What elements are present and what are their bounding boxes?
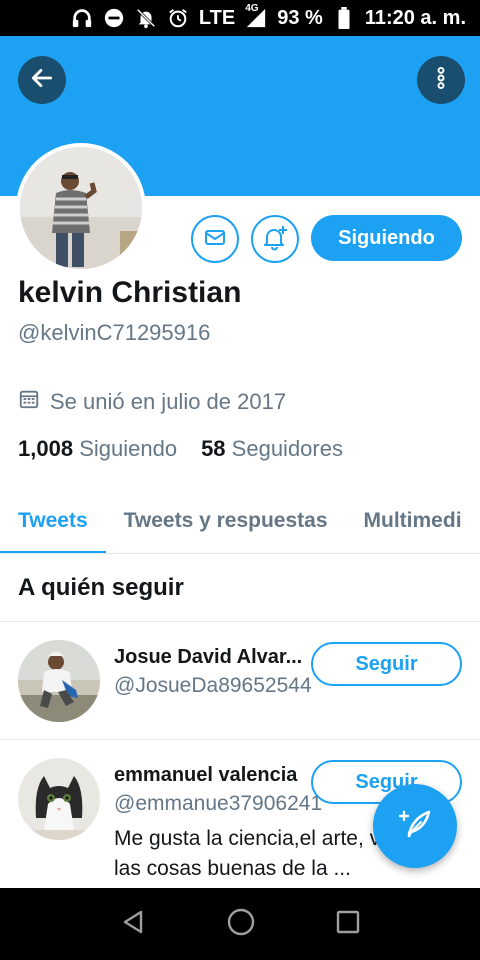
notifications-button[interactable]	[251, 215, 299, 263]
tab-tweets-replies[interactable]: Tweets y respuestas	[106, 488, 346, 553]
notifications-off-icon	[135, 7, 157, 29]
profile-handle: @kelvinC71295916	[18, 320, 211, 345]
calendar-icon	[18, 388, 40, 416]
followers-count: 58	[201, 436, 226, 461]
message-button[interactable]	[191, 215, 239, 263]
network-type: LTE	[198, 6, 236, 29]
do-not-disturb-icon	[103, 7, 125, 29]
back-button[interactable]	[18, 56, 66, 104]
join-date: Se unió en julio de 2017	[18, 388, 286, 416]
avatar[interactable]	[18, 758, 100, 840]
network-sub-label: 4G	[245, 3, 259, 14]
profile-name: kelvin Christian	[18, 276, 242, 309]
status-bar: LTE 4G 93 % 11:20 a. m.	[0, 0, 480, 36]
recents-square-icon[interactable]	[335, 909, 361, 940]
following-label: Siguiendo	[79, 436, 178, 461]
profile-tabs: Tweets Tweets y respuestas Multimedi	[0, 488, 480, 554]
following-count: 1,008	[18, 436, 74, 461]
who-to-follow-title: A quién seguir	[0, 554, 480, 622]
following-button[interactable]: Siguiendo	[311, 215, 462, 261]
tab-tweets[interactable]: Tweets	[0, 488, 106, 553]
compose-tweet-button[interactable]	[373, 784, 457, 868]
following-stat[interactable]: 1,008 Siguiendo	[18, 436, 177, 462]
bell-plus-icon	[261, 223, 289, 256]
feather-plus-icon	[395, 804, 435, 849]
clock: 11:20 a. m.	[364, 6, 466, 29]
battery-percent: 93 %	[277, 6, 323, 29]
followers-label: Seguidores	[231, 436, 343, 461]
battery-icon	[333, 7, 355, 29]
suggestion-name: emmanuel valencia	[114, 764, 298, 786]
suggestion-item[interactable]: Josue David Alvar... @JosueDa89652544 Se…	[0, 622, 480, 740]
profile-stats: 1,008 Siguiendo 58 Seguidores	[18, 436, 343, 462]
suggestion-handle: @emmanue37906241	[114, 792, 323, 815]
envelope-icon	[203, 225, 227, 254]
join-date-text: Se unió en julio de 2017	[50, 389, 287, 414]
back-triangle-icon[interactable]	[119, 908, 147, 941]
avatar[interactable]	[18, 640, 100, 722]
alarm-icon	[167, 7, 189, 29]
home-circle-icon[interactable]	[226, 907, 256, 942]
headphones-icon	[71, 7, 93, 29]
more-options-button[interactable]	[417, 56, 465, 104]
arrow-left-icon	[29, 65, 55, 96]
avatar	[20, 147, 142, 269]
suggestion-handle: @JosueDa89652544	[114, 674, 312, 697]
follow-button[interactable]: Seguir	[311, 642, 462, 686]
signal-icon: 4G	[245, 3, 267, 29]
suggestion-name: Josue David Alvar...	[114, 646, 303, 668]
followers-stat[interactable]: 58 Seguidores	[201, 436, 343, 462]
tab-media[interactable]: Multimedi	[346, 488, 480, 553]
more-vertical-icon	[428, 65, 454, 96]
profile-avatar[interactable]	[16, 143, 146, 273]
system-nav-bar	[0, 888, 480, 960]
